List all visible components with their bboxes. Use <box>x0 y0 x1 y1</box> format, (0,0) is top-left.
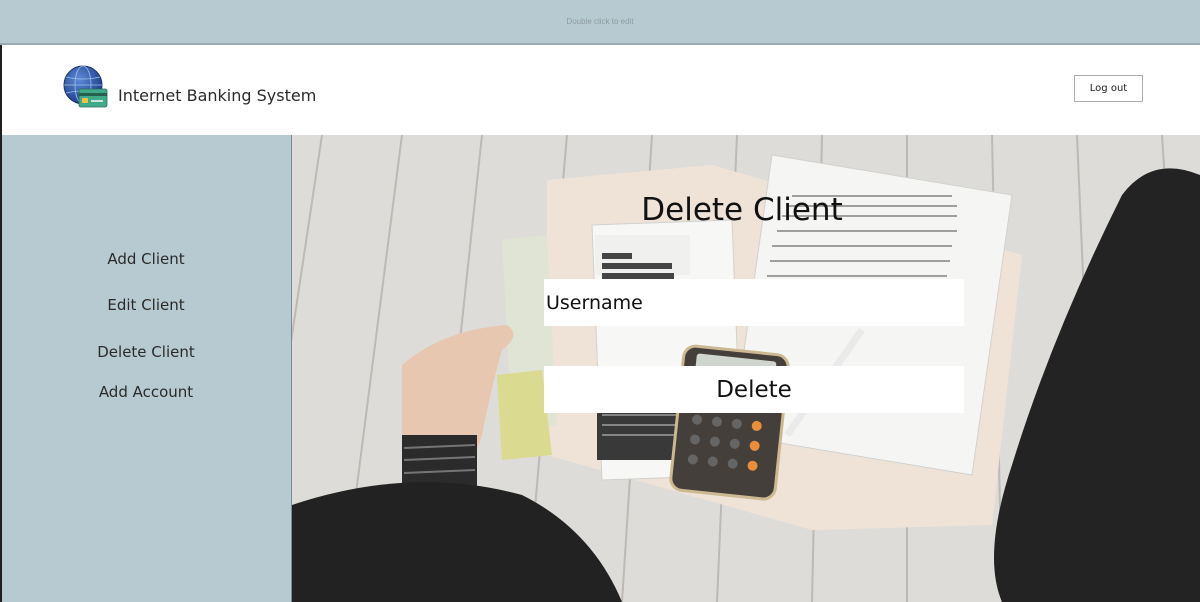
app-title: Internet Banking System <box>118 86 317 105</box>
main-content: Delete Client Delete <box>292 135 1200 602</box>
app-window: Internet Banking System Log out Add Clie… <box>0 45 1200 602</box>
logout-button[interactable]: Log out <box>1074 75 1143 102</box>
username-input[interactable] <box>544 279 964 326</box>
sidebar-item-edit-client[interactable]: Edit Client <box>2 296 290 314</box>
header-bar: Internet Banking System Log out <box>2 45 1200 135</box>
delete-button[interactable]: Delete <box>544 366 964 413</box>
globe-card-logo-icon <box>63 65 109 111</box>
sidebar-item-add-account[interactable]: Add Account <box>2 383 290 401</box>
page-title: Delete Client <box>641 192 843 228</box>
sidebar: Add Client Edit Client Delete Client Add… <box>2 135 292 602</box>
sidebar-item-add-client[interactable]: Add Client <box>2 250 290 268</box>
window-titlebar[interactable]: Double click to edit <box>0 0 1200 45</box>
titlebar-hint: Double click to edit <box>566 17 634 26</box>
sidebar-item-delete-client[interactable]: Delete Client <box>2 343 290 361</box>
